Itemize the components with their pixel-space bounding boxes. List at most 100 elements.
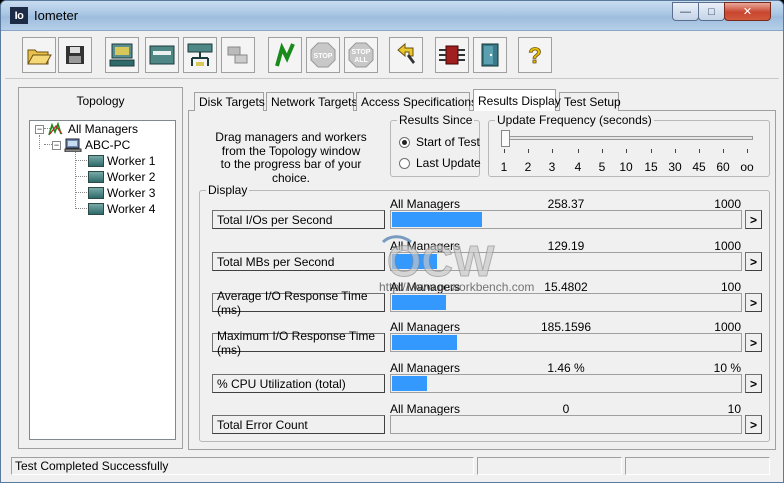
close-button[interactable]: ✕	[724, 2, 771, 21]
tab-access-specifications[interactable]: Access Specifications	[356, 92, 477, 111]
metric-button[interactable]: Total Error Count	[212, 415, 385, 434]
minimize-button[interactable]: —	[672, 2, 699, 21]
progress-bar-fill	[392, 212, 482, 227]
tab-disk-targets[interactable]: Disk Targets	[194, 92, 265, 111]
bar-value: 258.37	[547, 197, 585, 211]
exit-button[interactable]	[435, 37, 469, 73]
expand-arrow-button[interactable]: >	[745, 252, 762, 271]
close-door-button[interactable]	[473, 37, 507, 73]
bar-value: 1.46 %	[547, 361, 585, 375]
start-network-worker-button[interactable]	[145, 37, 179, 73]
worker-icon	[88, 171, 104, 183]
metric-button[interactable]: Maximum I/O Response Time (ms)	[212, 329, 385, 357]
tab-results-display[interactable]: Results Display	[473, 89, 561, 111]
progress-bar[interactable]	[390, 210, 742, 229]
stop-icon: STOP	[310, 42, 336, 68]
about-button[interactable]: ?	[518, 37, 552, 73]
expand-arrow-button[interactable]: >	[745, 293, 762, 312]
update-frequency-slider-track[interactable]	[501, 136, 753, 140]
radio-last-update[interactable]: Last Update	[399, 156, 481, 170]
tree-item-worker[interactable]: Worker 1	[88, 154, 155, 168]
progress-bar[interactable]	[390, 333, 742, 352]
slider-tick-label: oo	[740, 160, 754, 174]
metric-button[interactable]: Total MBs per Second	[212, 252, 385, 271]
expand-arrow-button[interactable]: >	[745, 415, 762, 434]
start-tests-button[interactable]	[268, 37, 302, 73]
slider-tick	[602, 149, 603, 153]
stop-all-button[interactable]: STOP ALL	[344, 37, 378, 73]
slider-tick	[578, 149, 579, 153]
collapse-icon[interactable]: −	[35, 124, 44, 134]
exit-icon	[439, 45, 465, 65]
tree-label: Worker 3	[107, 186, 156, 200]
tree-item-worker[interactable]: Worker 4	[88, 202, 155, 216]
expand-arrow-button[interactable]: >	[745, 333, 762, 352]
bar-max: 1000	[714, 320, 741, 334]
bar-source-label: All Managers	[390, 361, 461, 375]
slider-tick-label: 5	[598, 160, 606, 174]
tab-test-setup[interactable]: Test Setup	[559, 92, 621, 111]
radio-unselected-icon[interactable]	[399, 157, 410, 169]
tree-item-manager[interactable]: − ABC-PC	[52, 138, 130, 152]
start-disk-worker-button[interactable]	[105, 37, 139, 73]
bar-value: 185.1596	[540, 320, 592, 334]
bar-max: 1000	[714, 239, 741, 253]
bar-source-label: All Managers	[390, 320, 461, 334]
start-disk-worker-icon	[109, 43, 135, 67]
progress-bar[interactable]	[390, 293, 742, 312]
disconnect-manager-icon	[227, 46, 248, 64]
close-icon: ✕	[742, 6, 753, 18]
stop-button[interactable]: STOP	[306, 37, 340, 73]
collapse-icon[interactable]: −	[52, 140, 61, 150]
bar-value: 129.19	[547, 239, 585, 253]
progress-bar[interactable]	[390, 374, 742, 393]
app-icon[interactable]: Io	[10, 7, 28, 24]
slider-tick	[626, 149, 627, 153]
title-bar[interactable]: Io Iometer — □ ✕	[1, 1, 783, 31]
tree-label: Worker 1	[107, 154, 156, 168]
expand-arrow-button[interactable]: >	[745, 210, 762, 229]
topology-title: Topology	[76, 94, 125, 108]
progress-bar-fill	[392, 376, 427, 391]
tree-item-worker[interactable]: Worker 3	[88, 186, 155, 200]
update-frequency-title: Update Frequency (seconds)	[495, 113, 654, 127]
display-title: Display	[206, 183, 250, 197]
svg-text:?: ?	[528, 43, 541, 68]
save-config-button[interactable]	[58, 37, 92, 73]
metric-button[interactable]: Average I/O Response Time (ms)	[212, 289, 385, 317]
radio-start-of-test[interactable]: Start of Test	[399, 135, 480, 149]
slider-tick	[699, 149, 700, 153]
reset-workers-button[interactable]	[389, 37, 423, 73]
slider-tick-label: 3	[548, 160, 556, 174]
metric-button[interactable]: % CPU Utilization (total)	[212, 374, 385, 393]
maximize-button[interactable]: □	[698, 2, 725, 21]
reset-workers-icon	[397, 42, 415, 64]
start-network-worker-icon	[149, 45, 175, 65]
bar-source-label: All Managers	[390, 402, 461, 416]
open-config-button[interactable]	[22, 37, 56, 73]
status-bar: Test Completed Successfully	[1, 455, 783, 482]
tree-item-worker[interactable]: Worker 2	[88, 170, 155, 184]
open-config-icon	[27, 49, 52, 65]
radio-selected-icon[interactable]	[399, 136, 410, 148]
iometer-window: Io Iometer — □ ✕ STOP STOP ALL ? Topolog…	[0, 0, 784, 483]
expand-arrow-button[interactable]: >	[745, 374, 762, 393]
tree-item-all-managers[interactable]: − All Managers	[35, 122, 138, 136]
worker-icon	[88, 187, 104, 199]
tab-network-targets[interactable]: Network Targets	[266, 92, 357, 111]
disconnect-manager-button[interactable]	[221, 37, 255, 73]
minimize-icon: —	[680, 5, 691, 18]
status-panel-2	[477, 457, 622, 475]
slider-tick-label: 45	[692, 160, 706, 174]
progress-bar[interactable]	[390, 415, 742, 434]
topology-pane: Topology − All Managers − ABC-PC Worker …	[18, 87, 183, 449]
slider-tick	[723, 149, 724, 153]
slider-tick	[651, 149, 652, 153]
svg-text:STOP: STOP	[314, 53, 333, 60]
svg-text:OCW: OCW	[387, 237, 495, 278]
duplicate-worker-button[interactable]	[183, 37, 217, 73]
topology-tree[interactable]: − All Managers − ABC-PC Worker 1 Worker …	[29, 120, 176, 440]
metric-button[interactable]: Total I/Os per Second	[212, 210, 385, 229]
update-frequency-slider-thumb[interactable]	[501, 130, 510, 147]
bar-max: 100	[720, 280, 741, 294]
